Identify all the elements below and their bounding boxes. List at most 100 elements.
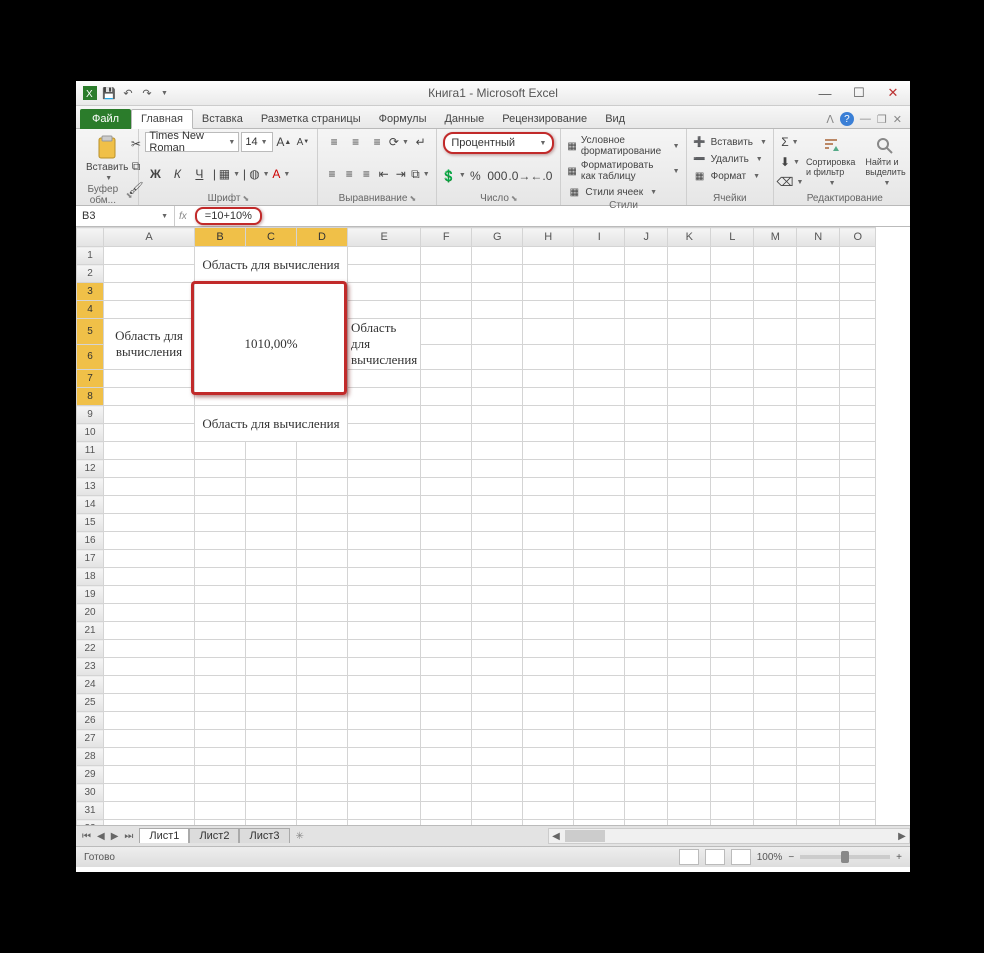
cell[interactable] [297,568,348,586]
cell[interactable] [711,319,754,345]
cell[interactable] [668,370,711,388]
minimize-button[interactable]: — [808,83,842,103]
cell[interactable] [246,442,297,460]
cell[interactable] [574,424,625,442]
cell[interactable] [104,604,195,622]
shrink-font-icon[interactable]: A▼ [294,132,311,152]
cell[interactable] [754,712,797,730]
cell[interactable] [574,344,625,370]
column-header[interactable]: B [195,228,246,247]
cell[interactable] [348,283,421,301]
cell[interactable] [297,640,348,658]
cell[interactable] [574,748,625,766]
close-button[interactable]: ✕ [876,83,910,103]
tab-review[interactable]: Рецензирование [493,110,596,128]
cell[interactable] [711,712,754,730]
cell[interactable] [668,802,711,820]
cell[interactable] [472,344,523,370]
cell[interactable] [195,694,246,712]
cell[interactable]: Область для вычисления [195,247,348,283]
cell[interactable] [348,514,421,532]
tab-formulas[interactable]: Формулы [370,110,436,128]
cell[interactable] [421,568,472,586]
cell[interactable] [668,568,711,586]
cell[interactable] [523,676,574,694]
cell[interactable] [195,730,246,748]
column-header[interactable]: C [246,228,297,247]
column-header[interactable]: A [104,228,195,247]
paste-dropdown-icon[interactable]: ▼ [102,175,112,182]
row-header[interactable]: 10 [77,424,104,442]
sheet-prev-icon[interactable]: ◀ [95,831,107,842]
row-header[interactable]: 1 [77,247,104,265]
tab-layout[interactable]: Разметка страницы [252,110,370,128]
cell[interactable] [840,344,876,370]
cell[interactable] [472,604,523,622]
cell[interactable] [711,406,754,424]
tab-data[interactable]: Данные [435,110,493,128]
cell[interactable] [668,460,711,478]
cell[interactable] [625,694,668,712]
border-icon[interactable]: ▦▼ [219,164,239,184]
redo-icon[interactable]: ↷ [139,85,155,101]
tab-file[interactable]: Файл [80,109,131,129]
new-sheet-icon[interactable]: ✳ [290,831,310,842]
cell[interactable] [625,532,668,550]
cell[interactable] [668,586,711,604]
number-format-select[interactable]: Процентный▼ [443,132,554,154]
cell[interactable] [348,604,421,622]
sheet-tab-2[interactable]: Лист2 [189,828,239,843]
cell[interactable] [797,319,840,345]
cell[interactable] [348,820,421,826]
cell[interactable] [195,784,246,802]
cell[interactable] [348,640,421,658]
cell[interactable] [625,640,668,658]
cell[interactable] [523,748,574,766]
cell[interactable] [104,586,195,604]
qat-dropdown-icon[interactable]: ▼ [158,90,168,97]
cell[interactable] [840,283,876,301]
cell[interactable] [840,496,876,514]
cell[interactable] [421,712,472,730]
cell[interactable] [523,658,574,676]
underline-button[interactable]: Ч [189,164,209,184]
orientation-icon[interactable]: ⟳▼ [389,132,409,152]
cell[interactable] [668,478,711,496]
cell[interactable] [523,802,574,820]
cell[interactable] [754,442,797,460]
cell[interactable] [754,496,797,514]
cell[interactable] [574,388,625,406]
scroll-left-icon[interactable]: ◀ [549,831,563,842]
cell[interactable] [348,766,421,784]
wrap-text-icon[interactable]: ↵ [411,132,431,152]
row-header[interactable]: 4 [77,301,104,319]
sheet-next-icon[interactable]: ▶ [109,831,121,842]
cell[interactable] [523,478,574,496]
cell[interactable] [574,640,625,658]
cell[interactable] [797,265,840,283]
cell[interactable] [574,283,625,301]
cell[interactable] [625,247,668,265]
cell[interactable] [297,496,348,514]
cell[interactable] [421,301,472,319]
row-header[interactable]: 2 [77,265,104,283]
cell[interactable] [840,730,876,748]
cell[interactable] [840,640,876,658]
cell[interactable] [297,730,348,748]
cell[interactable] [840,460,876,478]
row-header[interactable]: 24 [77,676,104,694]
row-header[interactable]: 17 [77,550,104,568]
cell[interactable] [840,802,876,820]
cell[interactable] [711,370,754,388]
cell[interactable] [297,586,348,604]
cell[interactable] [711,532,754,550]
indent-increase-icon[interactable]: ⇥ [393,164,408,184]
cell[interactable] [348,406,421,424]
cell[interactable] [348,247,421,265]
cell[interactable] [754,802,797,820]
cell[interactable] [625,622,668,640]
cell[interactable] [840,604,876,622]
view-layout-icon[interactable] [705,849,725,865]
cell[interactable] [246,478,297,496]
cell[interactable] [668,344,711,370]
